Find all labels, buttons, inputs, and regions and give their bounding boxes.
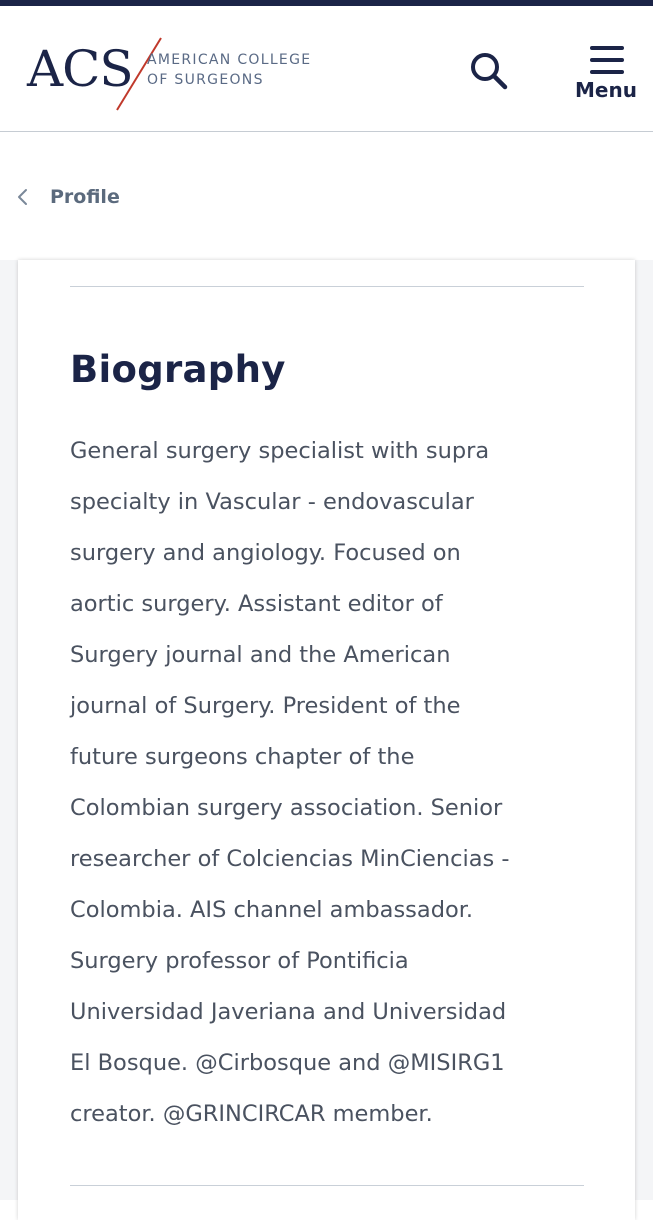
- biography-line: journal of Surgery. President of the: [70, 693, 461, 719]
- breadcrumb-label: Profile: [50, 186, 120, 208]
- biography-line: future surgeons chapter of the: [70, 744, 415, 770]
- biography-line: specialty in Vascular - endovascular: [70, 489, 474, 515]
- biography-line: Universidad Javeriana and Universidad: [70, 999, 507, 1025]
- biography-line: Surgery professor of Pontificia: [70, 948, 409, 974]
- breadcrumb: Profile: [0, 132, 653, 260]
- biography-line: Colombian surgery association. Senior: [70, 795, 503, 821]
- biography-heading: Biography: [70, 348, 286, 391]
- site-header: ACS AMERICAN COLLEGE OF SURGEONS Menu: [0, 6, 653, 132]
- acs-logo[interactable]: ACS AMERICAN COLLEGE OF SURGEONS: [27, 36, 347, 112]
- biography-card: Biography General surgery specialist wit…: [18, 260, 635, 1220]
- section-divider-top: [70, 286, 584, 287]
- logo-line-1: AMERICAN COLLEGE: [147, 52, 312, 68]
- menu-label: Menu: [575, 78, 637, 102]
- biography-line: researcher of Colciencias MinCiencias -: [70, 846, 510, 872]
- section-divider-bottom: [70, 1185, 584, 1186]
- menu-button[interactable]: Menu: [568, 42, 644, 108]
- biography-line: Surgery journal and the American: [70, 642, 451, 668]
- biography-line: General surgery specialist with supra: [70, 438, 490, 464]
- biography-line: aortic surgery. Assistant editor of: [70, 591, 443, 617]
- logo-line-2: OF SURGEONS: [147, 72, 264, 88]
- biography-line: creator. @GRINCIRCAR member.: [70, 1101, 433, 1127]
- search-button[interactable]: [468, 50, 510, 92]
- chevron-left-icon: [18, 189, 27, 205]
- biography-text: General surgery specialist with supra sp…: [70, 426, 570, 1140]
- search-icon: [471, 53, 508, 90]
- biography-line: El Bosque. @Cirbosque and @MISIRG1: [70, 1050, 505, 1076]
- biography-line: surgery and angiology. Focused on: [70, 540, 461, 566]
- biography-line: Colombia. AIS channel ambassador.: [70, 897, 474, 923]
- back-to-profile-link[interactable]: Profile: [14, 182, 120, 212]
- hamburger-icon: [590, 46, 624, 74]
- logo-wordmark: AMERICAN COLLEGE OF SURGEONS: [147, 50, 311, 90]
